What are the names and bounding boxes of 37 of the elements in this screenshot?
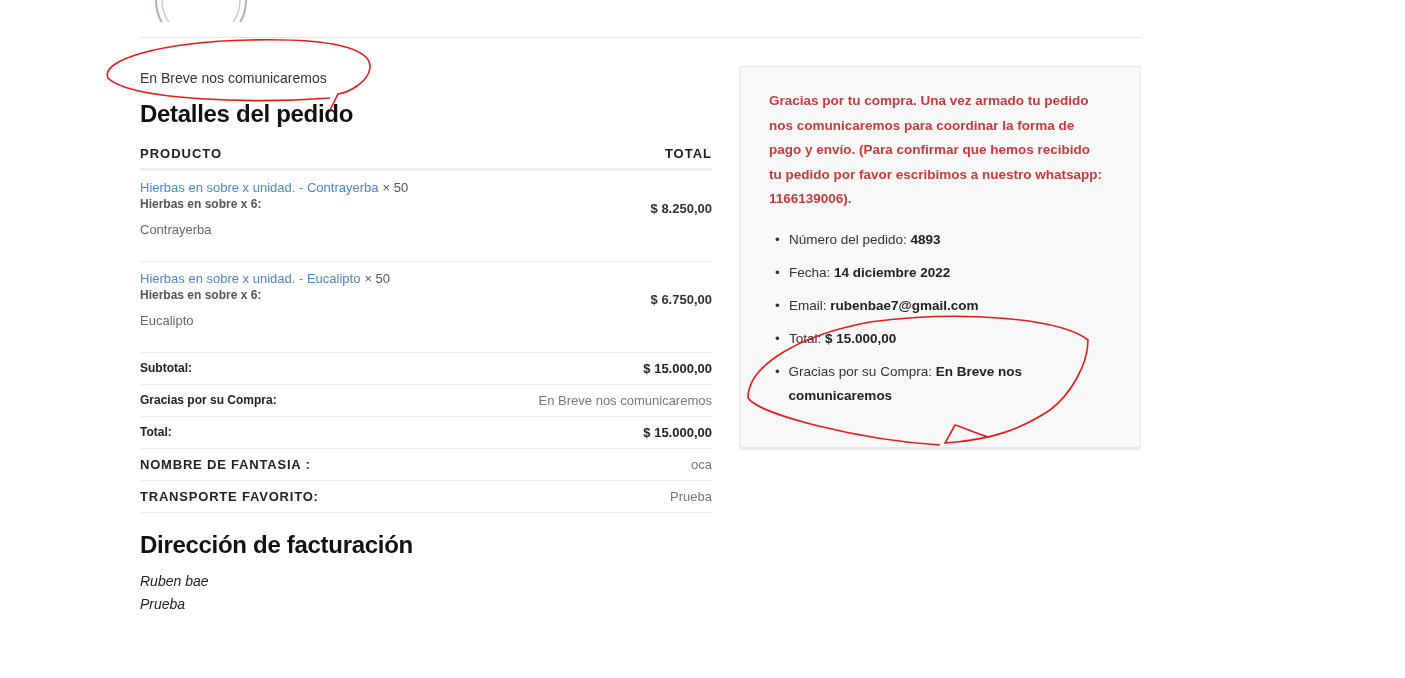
section-title: Dirección de facturación: [140, 531, 414, 559]
meta-value: Contrayerba: [140, 222, 213, 237]
column-header: TOTAL: [664, 146, 712, 161]
meta-value: Eucalipto: [140, 313, 195, 328]
line-total: $ 8.250,00: [650, 201, 712, 216]
field-value: oca: [691, 457, 712, 472]
quantity-text: × 50: [364, 271, 391, 286]
bullet-marker: •: [775, 230, 781, 249]
total-label: Subtotal:: [140, 361, 192, 376]
bullet-marker: •: [775, 263, 781, 282]
address-line: Prueba: [140, 596, 187, 612]
address-line: Ruben bae: [140, 573, 210, 589]
summary-item: Fecha: 14 diciembre 2022: [789, 263, 951, 282]
total-value: $ 15.000,00: [643, 425, 712, 440]
product-link[interactable]: Hierbas en sobre x unidad. - Eucalipto: [140, 271, 361, 286]
field-label: TRANSPORTE FAVORITO:: [140, 489, 319, 504]
notice-text: En Breve nos comunicaremos: [140, 70, 328, 86]
bullet-marker: •: [775, 329, 781, 348]
summary-item: Email: rubenbae7@gmail.com: [789, 296, 979, 315]
line-total: $ 6.750,00: [650, 292, 712, 307]
meta-label: Hierbas en sobre x 6:: [140, 288, 263, 302]
product-link[interactable]: Hierbas en sobre x unidad. - Contrayerba: [140, 180, 379, 195]
field-value: Prueba: [670, 489, 712, 504]
summary-item: Número del pedido: 4893: [789, 230, 941, 249]
thank-you-message: Gracias por tu compra. Una vez armado tu pedido nos comunicaremos para coordinar la forma de pago y envío. (Para confirmar que hemos recibido tu pedido por favor escribimos a nuestro whatsapp: 1166139006).: [769, 92, 1104, 208]
section-title: Detalles del pedido: [140, 100, 355, 128]
total-label: Gracias por su Compra:: [140, 393, 277, 408]
quantity-text: × 50: [382, 180, 409, 195]
summary-item: Gracias por su Compra: En Breve nos comunicaremos: [788, 362, 1023, 405]
field-label: NOMBRE DE FANTASIA :: [140, 457, 311, 472]
column-header: PRODUCTO: [140, 146, 223, 161]
meta-label: Hierbas en sobre x 6:: [140, 197, 263, 211]
total-label: Total:: [140, 425, 172, 440]
bullet-marker: •: [775, 296, 781, 315]
total-value: $ 15.000,00: [643, 361, 712, 376]
bullet-marker: •: [775, 362, 781, 381]
total-value: En Breve nos comunicaremos: [538, 393, 712, 408]
